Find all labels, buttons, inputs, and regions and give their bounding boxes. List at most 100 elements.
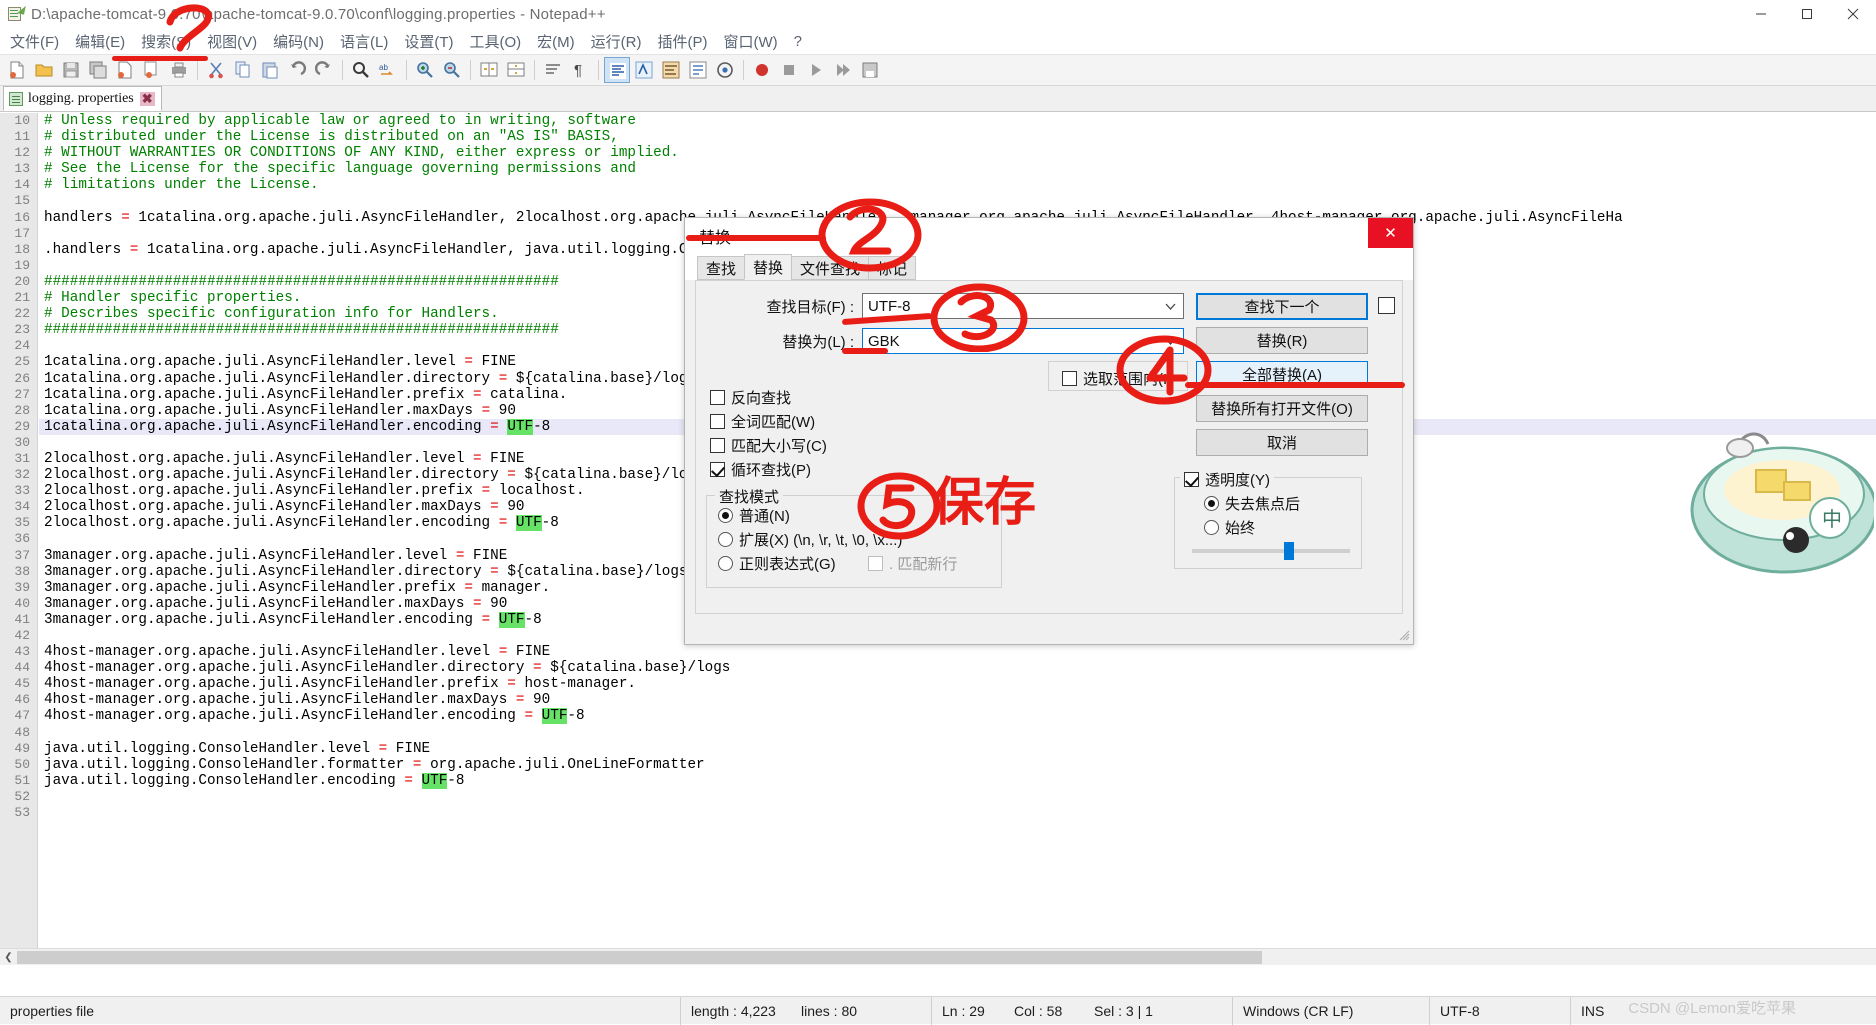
checkbox-box[interactable] [710,438,725,453]
open-file-icon[interactable] [31,57,57,83]
menu-item-settings[interactable]: 设置(T) [396,29,461,54]
search-mode-regex-radio[interactable]: 正则表达式(G) [718,553,836,574]
tab-mark[interactable]: 标记 [868,256,917,280]
match-case-checkbox[interactable]: 匹配大小写(C) [710,435,827,456]
menu-item-edit[interactable]: 编辑(E) [67,29,133,54]
play-macro-multiple-icon[interactable] [830,57,856,83]
save-macro-icon[interactable] [857,57,883,83]
code-line[interactable]: # See the License for the specific langu… [39,161,1876,177]
slider-knob[interactable] [1284,542,1294,560]
transparency-slider[interactable] [1192,542,1350,560]
code-line[interactable] [39,789,1876,805]
stop-macro-icon[interactable] [776,57,802,83]
code-line[interactable] [39,805,1876,821]
minimize-button[interactable] [1738,0,1784,28]
menu-item-search[interactable]: 搜索(S) [133,29,199,54]
wrap-around-checkbox[interactable]: 循环查找(P) [710,459,811,480]
function-list-icon[interactable] [685,57,711,83]
menu-item-language[interactable]: 语言(L) [332,29,396,54]
checkbox-box[interactable] [710,390,725,405]
save-all-icon[interactable] [85,57,111,83]
status-insert-mode[interactable]: INS [1571,997,1614,1025]
tab-find-in-files[interactable]: 文件查找 [791,256,870,280]
checkbox-box[interactable] [710,462,725,477]
dialog-close-button[interactable]: ✕ [1368,218,1413,248]
match-whole-word-checkbox[interactable]: 全词匹配(W) [710,411,815,432]
menu-item-window[interactable]: 窗口(W) [715,29,785,54]
cut-icon[interactable] [203,57,229,83]
maximize-button[interactable] [1784,0,1830,28]
tab-logging-properties[interactable]: logging. properties ✖ [3,86,162,111]
code-line[interactable]: # limitations under the License. [39,177,1876,193]
redo-icon[interactable] [311,57,337,83]
radio-circle[interactable] [1204,520,1219,535]
code-line[interactable]: 4host-manager.org.apache.juli.AsyncFileH… [39,660,1876,676]
backward-direction-checkbox[interactable]: 反向查找 [710,387,791,408]
code-line[interactable]: # Unless required by applicable law or a… [39,113,1876,129]
code-line[interactable]: java.util.logging.ConsoleHandler.formatt… [39,757,1876,773]
find-icon[interactable] [348,57,374,83]
transparency-checkbox[interactable]: 透明度(Y) [1180,469,1274,490]
paste-icon[interactable] [257,57,283,83]
code-line[interactable] [39,193,1876,209]
menu-item-file[interactable]: 文件(F) [2,29,67,54]
undo-icon[interactable] [284,57,310,83]
record-macro-icon[interactable] [749,57,775,83]
dialog-pin-checkbox[interactable] [1378,297,1395,314]
tab-close-icon[interactable]: ✖ [139,91,155,106]
cancel-button[interactable]: 取消 [1196,429,1368,456]
new-file-icon[interactable] [4,57,30,83]
code-line[interactable]: 4host-manager.org.apache.juli.AsyncFileH… [39,708,1876,725]
radio-circle[interactable] [718,508,733,523]
close-button[interactable] [1830,0,1876,28]
status-encoding[interactable]: UTF-8 [1430,997,1570,1025]
code-line[interactable]: java.util.logging.ConsoleHandler.level =… [39,741,1876,757]
transparency-always-radio[interactable]: 始终 [1204,517,1255,538]
code-line[interactable]: 4host-manager.org.apache.juli.AsyncFileH… [39,692,1876,708]
status-eol-format[interactable]: Windows (CR LF) [1233,997,1429,1025]
checkbox-box[interactable] [1062,371,1077,386]
replace-with-input[interactable]: GBK [862,328,1184,354]
chevron-down-icon[interactable] [1165,301,1176,312]
transparency-on-losing-focus-radio[interactable]: 失去焦点后 [1204,493,1300,514]
search-mode-extended-radio[interactable]: 扩展(X) (\n, \r, \t, \0, \x...) [718,529,902,550]
in-selection-checkbox[interactable]: 选取范围内(I) [1062,368,1172,389]
user-language-icon[interactable] [658,57,684,83]
radio-circle[interactable] [718,556,733,571]
replace-in-all-opened-documents-button[interactable]: 替换所有打开文件(O) [1196,395,1368,422]
code-line[interactable]: java.util.logging.ConsoleHandler.encodin… [39,772,1876,789]
checkbox-box[interactable] [1184,472,1199,487]
horizontal-scrollbar[interactable]: ❮ [0,948,1876,965]
menu-item-macro[interactable]: 宏(M) [529,29,583,54]
zoom-out-icon[interactable] [439,57,465,83]
radio-circle[interactable] [718,532,733,547]
copy-icon[interactable] [230,57,256,83]
play-macro-icon[interactable] [803,57,829,83]
resize-grip-icon[interactable] [1398,629,1410,641]
zoom-in-icon[interactable] [412,57,438,83]
checkbox-box[interactable] [710,414,725,429]
code-line[interactable] [39,725,1876,741]
sync-scroll-v-icon[interactable] [476,57,502,83]
tab-replace[interactable]: 替换 [744,254,793,280]
menu-item-view[interactable]: 视图(V) [199,29,265,54]
radio-circle[interactable] [1204,496,1219,511]
code-line[interactable]: # distributed under the License is distr… [39,129,1876,145]
search-mode-normal-radio[interactable]: 普通(N) [718,505,790,526]
word-wrap-icon[interactable] [540,57,566,83]
scroll-left-icon[interactable]: ❮ [0,949,17,965]
menu-item-help[interactable]: ? [786,31,810,52]
scrollbar-thumb[interactable] [17,950,1262,964]
indent-guide-icon[interactable] [604,57,630,83]
menu-item-plugins[interactable]: 插件(P) [649,29,715,54]
chevron-down-icon[interactable] [1165,336,1176,347]
find-next-button[interactable]: 查找下一个 [1196,293,1368,320]
doc-map-icon[interactable] [712,57,738,83]
menu-item-tools[interactable]: 工具(O) [461,29,529,54]
show-all-chars-icon[interactable]: ¶ [567,57,593,83]
menu-item-encoding[interactable]: 编码(N) [265,29,332,54]
replace-icon[interactable]: ab [375,57,401,83]
menu-item-run[interactable]: 运行(R) [583,29,650,54]
replace-dialog[interactable]: 替换 ✕ 查找 替换 文件查找 标记 查找目标(F) : UTF-8 替换为(L… [684,217,1414,645]
code-line[interactable]: 4host-manager.org.apache.juli.AsyncFileH… [39,644,1876,660]
